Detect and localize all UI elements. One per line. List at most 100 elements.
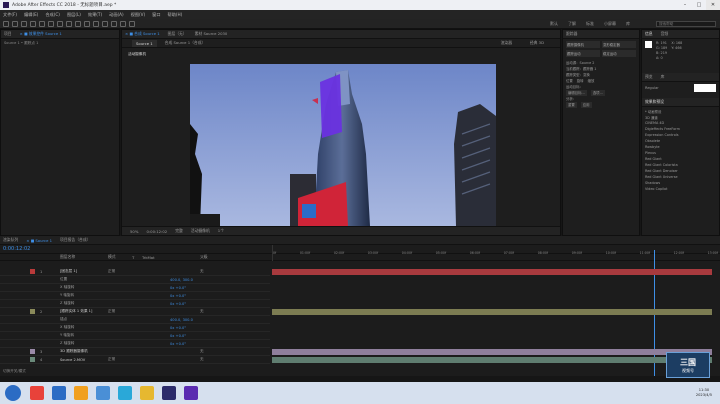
property-value[interactable]: 0x +0.0°	[170, 342, 186, 346]
tab-audio[interactable]: 音频	[661, 31, 669, 37]
eraser-tool-icon[interactable]	[111, 20, 117, 27]
layer-bar[interactable]	[272, 349, 712, 355]
menu-composition[interactable]: 合成(C)	[45, 12, 60, 18]
track-motion-button[interactable]: 跟踪运动	[566, 50, 600, 57]
layer-name[interactable]: [跟踪实体 1 效果 1]	[60, 309, 92, 314]
clone-stamp-tool-icon[interactable]	[102, 20, 108, 27]
tab-render-queue[interactable]: 渲染队列	[3, 237, 18, 243]
effect-category-item[interactable]: Plexus	[645, 151, 716, 156]
layer-parent[interactable]: 无	[200, 349, 204, 354]
property-value[interactable]: 400.0, 300.0	[170, 278, 193, 282]
layer-bar[interactable]	[272, 309, 712, 315]
timeline-timecode[interactable]: 0:00:12:02	[3, 246, 30, 252]
layer-mode[interactable]: 正常	[108, 269, 115, 274]
type-tool-icon[interactable]	[84, 20, 90, 27]
menu-file[interactable]: 文件(F)	[3, 12, 17, 18]
close-button[interactable]: ✕	[706, 0, 720, 10]
property-value[interactable]: 0x +0.0°	[170, 302, 186, 306]
tab-footage[interactable]: 素材 Source 2030	[195, 31, 228, 37]
label-color-swatch[interactable]	[30, 269, 35, 274]
effect-category-item[interactable]: * 动画预设	[645, 109, 716, 114]
after-effects-taskbar-icon[interactable]	[184, 386, 198, 400]
composition-viewer[interactable]	[190, 64, 496, 226]
layer-name[interactable]: 3D 跟踪器摄像机	[60, 349, 88, 354]
effect-category-item[interactable]: Red Giant Colorista	[645, 163, 716, 168]
tab-layer[interactable]: 图层（无）	[168, 31, 187, 37]
layer-name[interactable]: [固态层 1]	[60, 269, 77, 274]
puppet-tool-icon[interactable]	[129, 20, 135, 27]
effect-category-item[interactable]: Shadows	[645, 181, 716, 186]
app-icon[interactable]	[162, 386, 176, 400]
layer-parent[interactable]: 无	[200, 357, 204, 362]
property-value[interactable]: 0x +0.0°	[170, 334, 186, 338]
track-camera-button[interactable]: 跟踪摄像机	[566, 41, 600, 48]
app-icon[interactable]	[74, 386, 88, 400]
comp-subtab-composition[interactable]: 合成 Source 1（合成）	[165, 40, 206, 46]
camera-tool-icon[interactable]	[48, 20, 54, 27]
label-color-swatch[interactable]	[30, 309, 35, 314]
time-ruler[interactable]: 0f 01:00f 02:00f 03:00f 04:00f 05:00f 06…	[272, 245, 718, 261]
menu-window[interactable]: 窗口	[152, 12, 160, 18]
property-row[interactable]: Z 轴旋转 0x +0.0°	[0, 300, 270, 308]
selection-tool-icon[interactable]	[12, 20, 18, 27]
stabilize-motion-button[interactable]: 稳定运动	[602, 50, 636, 57]
library-search-field[interactable]: Regular	[645, 86, 659, 90]
options-button[interactable]: 选项...	[590, 90, 605, 96]
effect-category-item[interactable]: Rowbyte	[645, 145, 716, 150]
property-row[interactable]: 位置 400.0, 300.0	[0, 276, 270, 284]
layer-mode[interactable]: 正常	[108, 357, 115, 362]
tab-info[interactable]: 信息	[645, 31, 653, 37]
toggle-switches-modes[interactable]: 切换开关/模式	[3, 369, 26, 374]
effect-category-item[interactable]: 3D 通道	[645, 115, 716, 120]
app-icon[interactable]	[96, 386, 110, 400]
reset-button[interactable]: 重置	[566, 102, 577, 108]
menu-animation[interactable]: 动画(A)	[109, 12, 124, 18]
zoom-dropdown[interactable]: 50%	[130, 229, 138, 234]
pan-behind-tool-icon[interactable]	[57, 20, 63, 27]
layer-row-track-solid[interactable]: 2 [跟踪实体 1 效果 1] 正常 无	[0, 308, 270, 316]
app-icon[interactable]	[30, 386, 44, 400]
label-color-swatch[interactable]	[30, 357, 35, 362]
layer-parent[interactable]: 无	[200, 269, 204, 274]
property-row[interactable]: Y 轴旋转 0x +0.0°	[0, 332, 270, 340]
pen-tool-icon[interactable]	[75, 20, 81, 27]
menu-view[interactable]: 视图(V)	[131, 12, 146, 18]
effect-category-item[interactable]: Video Copilot	[645, 187, 716, 192]
tab-timeline-source[interactable]: × ■ Source 1	[26, 238, 52, 243]
layer-row-camera[interactable]: 3 3D 跟踪器摄像机 无	[0, 348, 270, 356]
comp-subtab-source[interactable]: Source 1	[132, 39, 157, 47]
workspace-small-screen[interactable]: 小屏幕	[604, 21, 616, 27]
zoom-tool-icon[interactable]	[30, 20, 36, 27]
help-search-input[interactable]: 搜索帮助	[656, 20, 716, 27]
roto-brush-tool-icon[interactable]	[120, 20, 126, 27]
classic-3d-label[interactable]: 经典 3D	[530, 40, 544, 46]
tab-composition[interactable]: × ■ 合成 Source 1	[125, 31, 160, 37]
maximize-button[interactable]: □	[692, 0, 706, 10]
home-icon[interactable]	[3, 20, 9, 27]
tab-effects-presets[interactable]: 效果和预设	[645, 99, 664, 105]
property-row[interactable]: 锚点 400.0, 300.0	[0, 316, 270, 324]
layer-bar[interactable]	[272, 357, 712, 363]
app-icon[interactable]	[52, 386, 66, 400]
rotate-tool-icon[interactable]	[39, 20, 45, 27]
tab-project[interactable]: 项目	[4, 31, 12, 37]
property-value[interactable]: 0x +0.0°	[170, 326, 186, 330]
apply-button[interactable]: 应用	[580, 102, 592, 108]
layer-name[interactable]: Source 2.MOV	[60, 358, 85, 362]
property-value[interactable]: 0x +0.0°	[170, 286, 186, 290]
effect-category-item[interactable]: Expression Controls	[645, 133, 716, 138]
menu-layer[interactable]: 图层(L)	[67, 12, 81, 18]
property-row[interactable]: Z 轴旋转 0x +0.0°	[0, 340, 270, 348]
effect-category-item[interactable]: CINEMA 4D	[645, 121, 716, 126]
menu-effect[interactable]: 效果(T)	[88, 12, 102, 18]
hand-tool-icon[interactable]	[21, 20, 27, 27]
property-value[interactable]: 400.0, 300.0	[170, 318, 193, 322]
layer-row-solid[interactable]: 1 [固态层 1] 正常 无	[0, 268, 270, 276]
tab-library[interactable]: 库	[661, 74, 665, 80]
layer-bar[interactable]	[272, 269, 712, 275]
effect-category-item[interactable]: Red Giant Denoiser	[645, 169, 716, 174]
effect-category-item[interactable]: Digieffects FreeForm	[645, 127, 716, 132]
mask-tool-icon[interactable]	[66, 20, 72, 27]
brush-tool-icon[interactable]	[93, 20, 99, 27]
minimize-button[interactable]: –	[678, 0, 692, 10]
